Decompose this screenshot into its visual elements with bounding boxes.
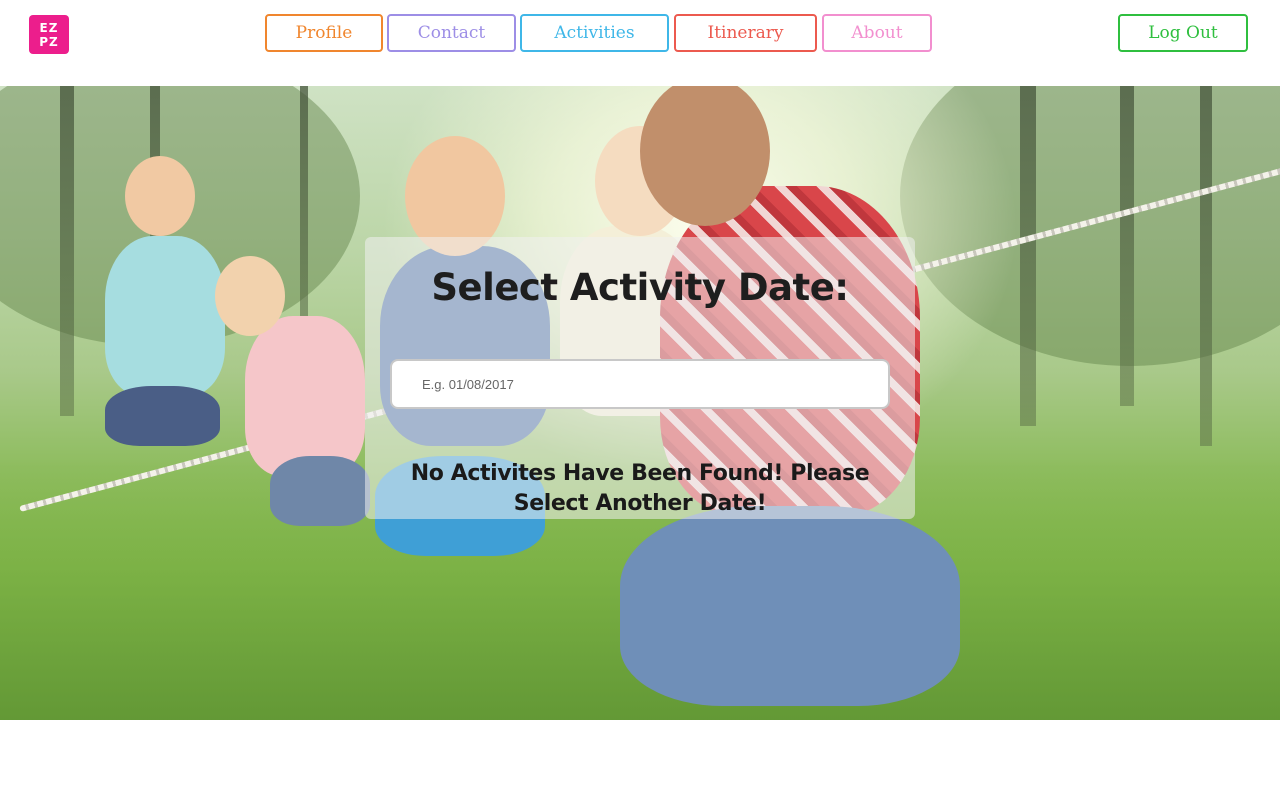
no-activities-message: No Activites Have Been Found! Please Sel… [410,461,870,516]
kid-jeans [620,506,960,706]
nav-contact-button[interactable]: Contact [387,14,516,52]
top-navbar: EZ PZ Profile Contact Activities Itinera… [0,0,1280,86]
nav-itinerary-button[interactable]: Itinerary [674,14,817,52]
kid-shorts [105,386,220,446]
tree-trunk [1200,86,1212,446]
page-footer-area [0,720,1280,800]
nav-profile-button[interactable]: Profile [265,14,383,52]
kid-figure [105,236,225,396]
logo-line-1: EZ [39,20,59,35]
activity-date-input[interactable] [390,359,890,409]
logo-line-2: PZ [39,34,59,49]
logout-button[interactable]: Log Out [1118,14,1248,52]
nav-activities-button[interactable]: Activities [520,14,669,52]
kid-shorts [270,456,370,526]
page-title: Select Activity Date: [431,266,849,309]
tree-trunk [1020,86,1036,426]
tree-trunk [1120,86,1134,406]
nav-about-button[interactable]: About [822,14,932,52]
tree-trunk [60,86,74,416]
ezpz-logo[interactable]: EZ PZ [29,15,69,54]
kid-head [125,156,195,236]
kid-head [215,256,285,336]
kid-figure [245,316,365,476]
